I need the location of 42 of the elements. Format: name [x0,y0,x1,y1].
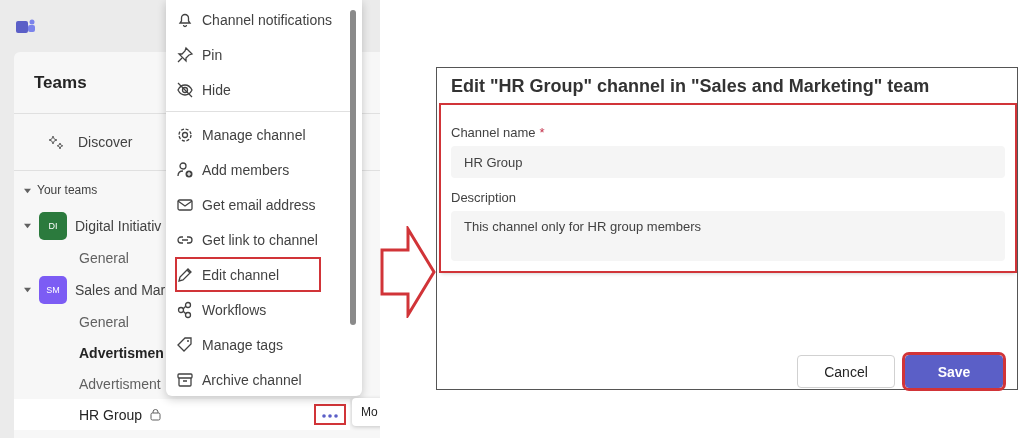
menu-item[interactable]: Manage tags [166,327,348,362]
required-mark: * [539,125,545,140]
discover-link[interactable]: Discover [78,134,133,150]
name-field[interactable]: HR Group [451,146,1005,178]
dialog-title: Edit "HR Group" channel in "Sales and Marketing" team [450,75,931,98]
menu-item[interactable]: Channel notifications [166,2,348,37]
scrollbar-thumb[interactable] [350,10,356,325]
cancel-button[interactable]: Cancel [797,355,895,388]
more-options-button[interactable] [316,406,344,423]
add-person-icon [176,160,194,179]
team-name[interactable]: Digital Initiativ [75,217,162,234]
caret-icon[interactable] [24,286,31,293]
field-label: Description [451,190,517,205]
tag-icon [176,335,194,354]
menu-item[interactable]: Manage channel [166,117,348,152]
team-avatar: DI [39,211,67,240]
menu-item[interactable]: Workflows [166,292,348,327]
caret-icon[interactable] [24,222,31,229]
pin-icon [176,45,194,64]
team-avatar: SM [39,275,67,304]
sidebar-title: Teams [34,72,87,93]
more-icon [321,413,339,419]
menu-item[interactable]: Hide [166,72,348,107]
menu-item[interactable]: Edit channel [175,257,321,292]
team-name[interactable]: Sales and Mar [75,281,166,298]
section-heading[interactable]: Your teams [37,183,98,197]
description-field[interactable]: This channel only for HR group members [451,211,1005,261]
sparkle-icon [48,135,64,149]
workflow-icon [176,300,194,319]
menu-item[interactable]: Pin [166,37,348,72]
eye-off-icon [176,80,194,99]
channel-item[interactable]: HR Group [14,399,350,430]
menu-item[interactable]: Archive channel [166,362,348,397]
tooltip: Mo [352,398,380,426]
caret-icon[interactable] [24,186,31,194]
save-button[interactable]: Save [905,355,1003,388]
archive-icon [176,370,194,389]
menu-item[interactable]: Get email address [166,187,348,222]
field-label: Channel name [451,125,536,140]
menu-item[interactable]: Get link to channel [166,222,348,257]
menu-item[interactable]: Add members [166,152,348,187]
app-logo-icon[interactable] [16,18,36,34]
